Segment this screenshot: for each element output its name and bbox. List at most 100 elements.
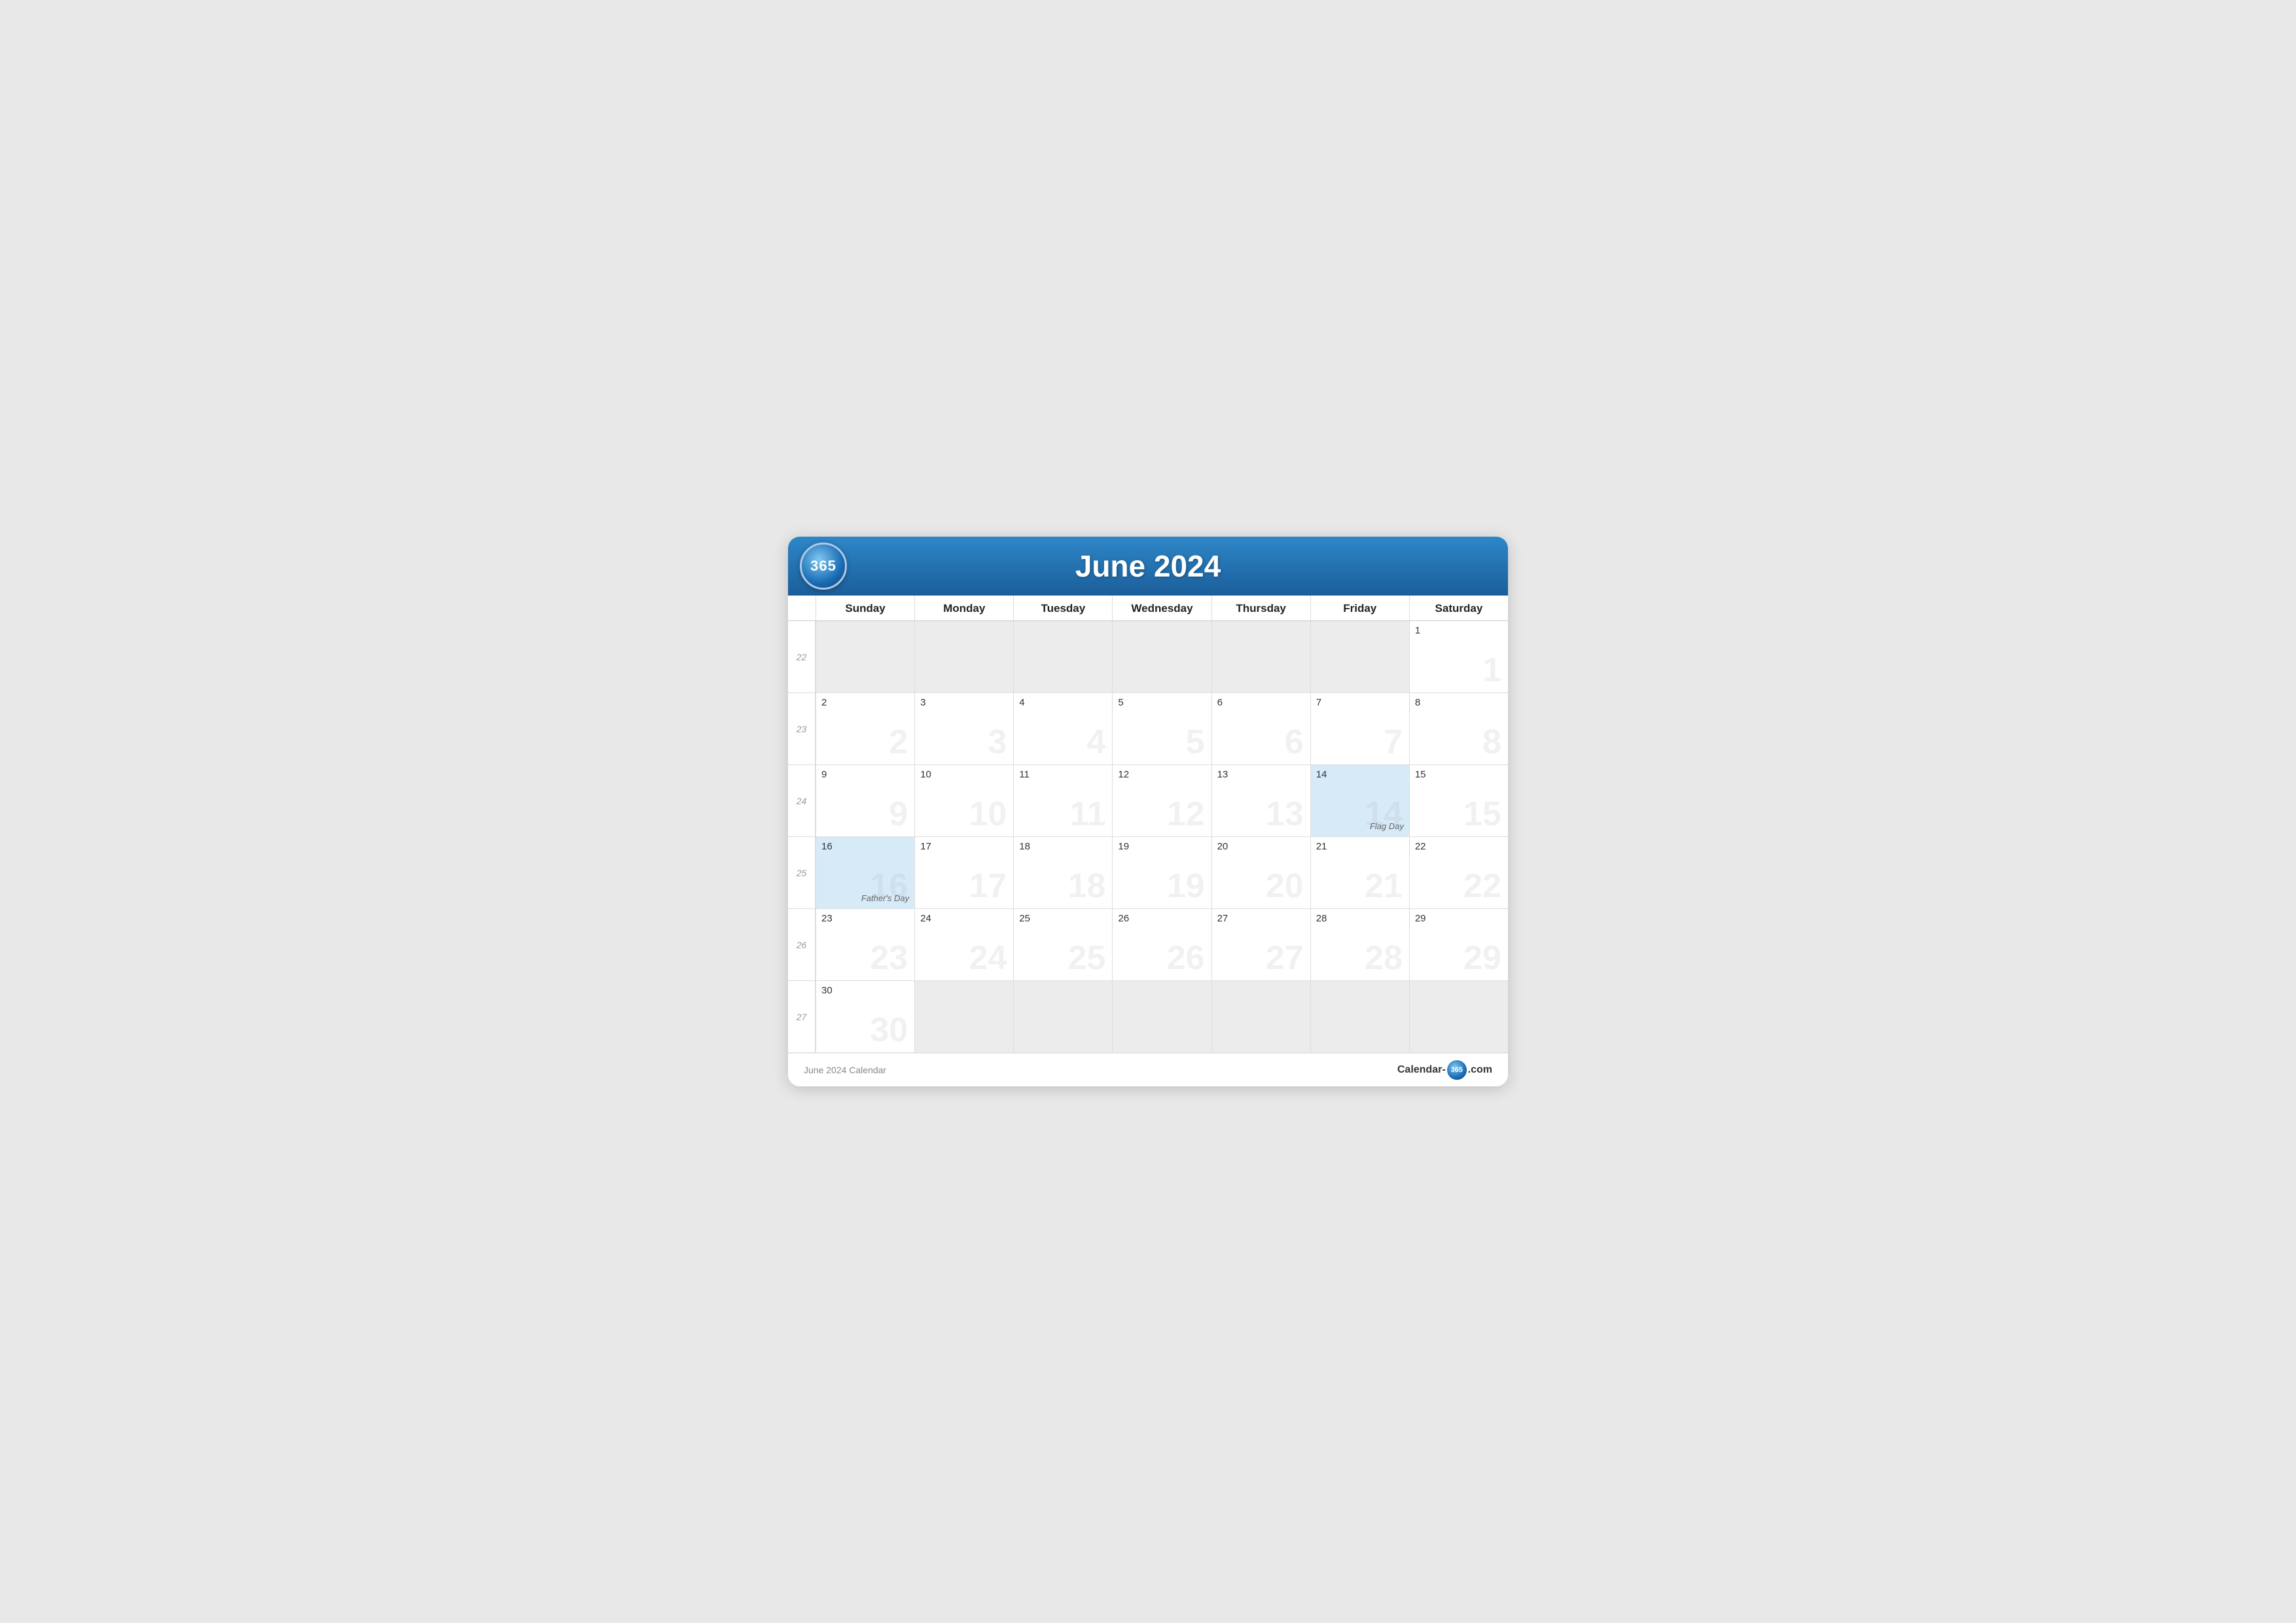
footer-brand-pre: Calendar-: [1397, 1064, 1446, 1076]
cell-watermark: 25: [1068, 941, 1106, 975]
cell-date-num: 4: [1019, 697, 1107, 708]
cal-day-empty: [1409, 981, 1508, 1053]
week-num-22: 22: [788, 621, 816, 693]
cell-watermark: 1: [1482, 653, 1501, 687]
logo-text: 365: [810, 558, 836, 575]
calendar-footer: June 2024 Calendar Calendar- 365 .com: [788, 1053, 1508, 1086]
cell-date-num: 19: [1118, 841, 1206, 852]
cell-event: Flag Day: [1370, 821, 1404, 831]
cell-date-num: 3: [920, 697, 1008, 708]
day-header-thursday: Thursday: [1211, 596, 1310, 620]
cal-day-1: 11: [1409, 621, 1508, 693]
week-num-24: 24: [788, 765, 816, 837]
cell-watermark: 5: [1186, 725, 1205, 759]
cal-day-26: 26 26: [1112, 909, 1211, 981]
cal-day-13: 13 13: [1211, 765, 1310, 837]
cal-day-2: 22: [816, 693, 914, 765]
cell-watermark: 19: [1167, 869, 1205, 903]
cal-day-28: 2828: [1310, 909, 1409, 981]
day-header-wednesday: Wednesday: [1112, 596, 1211, 620]
cell-date-num: 6: [1217, 697, 1305, 708]
cell-watermark: 12: [1167, 797, 1205, 831]
cell-watermark: 20: [1266, 869, 1304, 903]
cell-watermark: 13: [1266, 797, 1304, 831]
cell-date-num: 13: [1217, 769, 1305, 780]
cell-watermark: 9: [889, 797, 908, 831]
cell-date-num: 24: [920, 913, 1008, 924]
cal-day-17: 1717: [914, 837, 1013, 909]
calendar-grid: 2211232233445566778824991010111112121313…: [788, 621, 1508, 1053]
cell-watermark: 27: [1266, 941, 1304, 975]
week-num-header-blank: [788, 596, 816, 620]
footer-brand: Calendar- 365 .com: [1397, 1060, 1492, 1080]
days-header: SundayMondayTuesdayWednesdayThursdayFrid…: [788, 596, 1508, 621]
cal-day-29: 29 29: [1409, 909, 1508, 981]
cell-date-num: 15: [1415, 769, 1503, 780]
footer-brand-post: .com: [1468, 1064, 1492, 1076]
cell-date-num: 16: [821, 841, 909, 852]
cell-date-num: 22: [1415, 841, 1503, 852]
cal-day-8: 88: [1409, 693, 1508, 765]
cal-day-20: 2020: [1211, 837, 1310, 909]
week-num-23: 23: [788, 693, 816, 765]
day-header-friday: Friday: [1310, 596, 1409, 620]
day-header-saturday: Saturday: [1409, 596, 1508, 620]
week-num-25: 25: [788, 837, 816, 909]
cell-watermark: 11: [1069, 797, 1105, 831]
logo-badge: 365: [800, 543, 847, 590]
cal-day-15: 1515: [1409, 765, 1508, 837]
cal-day-14: 1414Flag Day: [1310, 765, 1409, 837]
cell-date-num: 11: [1019, 769, 1107, 780]
cal-day-empty: [1310, 981, 1409, 1053]
cell-date-num: 30: [821, 985, 909, 996]
cell-date-num: 2: [821, 697, 909, 708]
cal-day-30: 30 30: [816, 981, 914, 1053]
cal-day-12: 12 12: [1112, 765, 1211, 837]
day-header-monday: Monday: [914, 596, 1013, 620]
cal-day-27: 27 27: [1211, 909, 1310, 981]
cal-day-empty: [1211, 621, 1310, 693]
cell-watermark: 24: [969, 941, 1007, 975]
cell-watermark: 6: [1285, 725, 1304, 759]
cell-watermark: 7: [1384, 725, 1403, 759]
cal-day-empty: [1211, 981, 1310, 1053]
cal-day-5: 55: [1112, 693, 1211, 765]
cal-day-3: 33: [914, 693, 1013, 765]
cal-day-24: 24 24: [914, 909, 1013, 981]
cell-watermark: 2: [889, 725, 908, 759]
cal-day-empty: [1310, 621, 1409, 693]
cal-day-6: 66: [1211, 693, 1310, 765]
cal-day-16: 1616Father's Day: [816, 837, 914, 909]
cell-date-num: 14: [1316, 769, 1404, 780]
cell-date-num: 23: [821, 913, 909, 924]
cell-date-num: 28: [1316, 913, 1404, 924]
cell-date-num: 8: [1415, 697, 1503, 708]
cal-day-empty: [1112, 621, 1211, 693]
cal-day-empty: [914, 621, 1013, 693]
cell-event: Father's Day: [861, 893, 909, 903]
cell-watermark: 22: [1463, 869, 1501, 903]
cal-day-empty: [1112, 981, 1211, 1053]
cell-watermark: 4: [1087, 725, 1106, 759]
cal-day-25: 2525: [1013, 909, 1112, 981]
cell-date-num: 12: [1118, 769, 1206, 780]
cell-watermark: 3: [988, 725, 1007, 759]
calendar-container: 365 June 2024 SundayMondayTuesdayWednesd…: [788, 537, 1508, 1086]
cell-date-num: 26: [1118, 913, 1206, 924]
cell-watermark: 26: [1167, 941, 1205, 975]
cell-watermark: 29: [1463, 941, 1501, 975]
cell-date-num: 29: [1415, 913, 1503, 924]
footer-label: June 2024 Calendar: [804, 1065, 886, 1075]
calendar-header: 365 June 2024: [788, 537, 1508, 596]
cell-watermark: 21: [1365, 869, 1403, 903]
cal-day-empty: [1013, 621, 1112, 693]
week-num-27: 27: [788, 981, 816, 1053]
cell-watermark: 30: [870, 1013, 908, 1047]
cell-date-num: 5: [1118, 697, 1206, 708]
day-header-sunday: Sunday: [816, 596, 914, 620]
week-num-26: 26: [788, 909, 816, 981]
cal-day-4: 44: [1013, 693, 1112, 765]
cell-date-num: 27: [1217, 913, 1305, 924]
cal-day-7: 77: [1310, 693, 1409, 765]
cell-date-num: 17: [920, 841, 1008, 852]
